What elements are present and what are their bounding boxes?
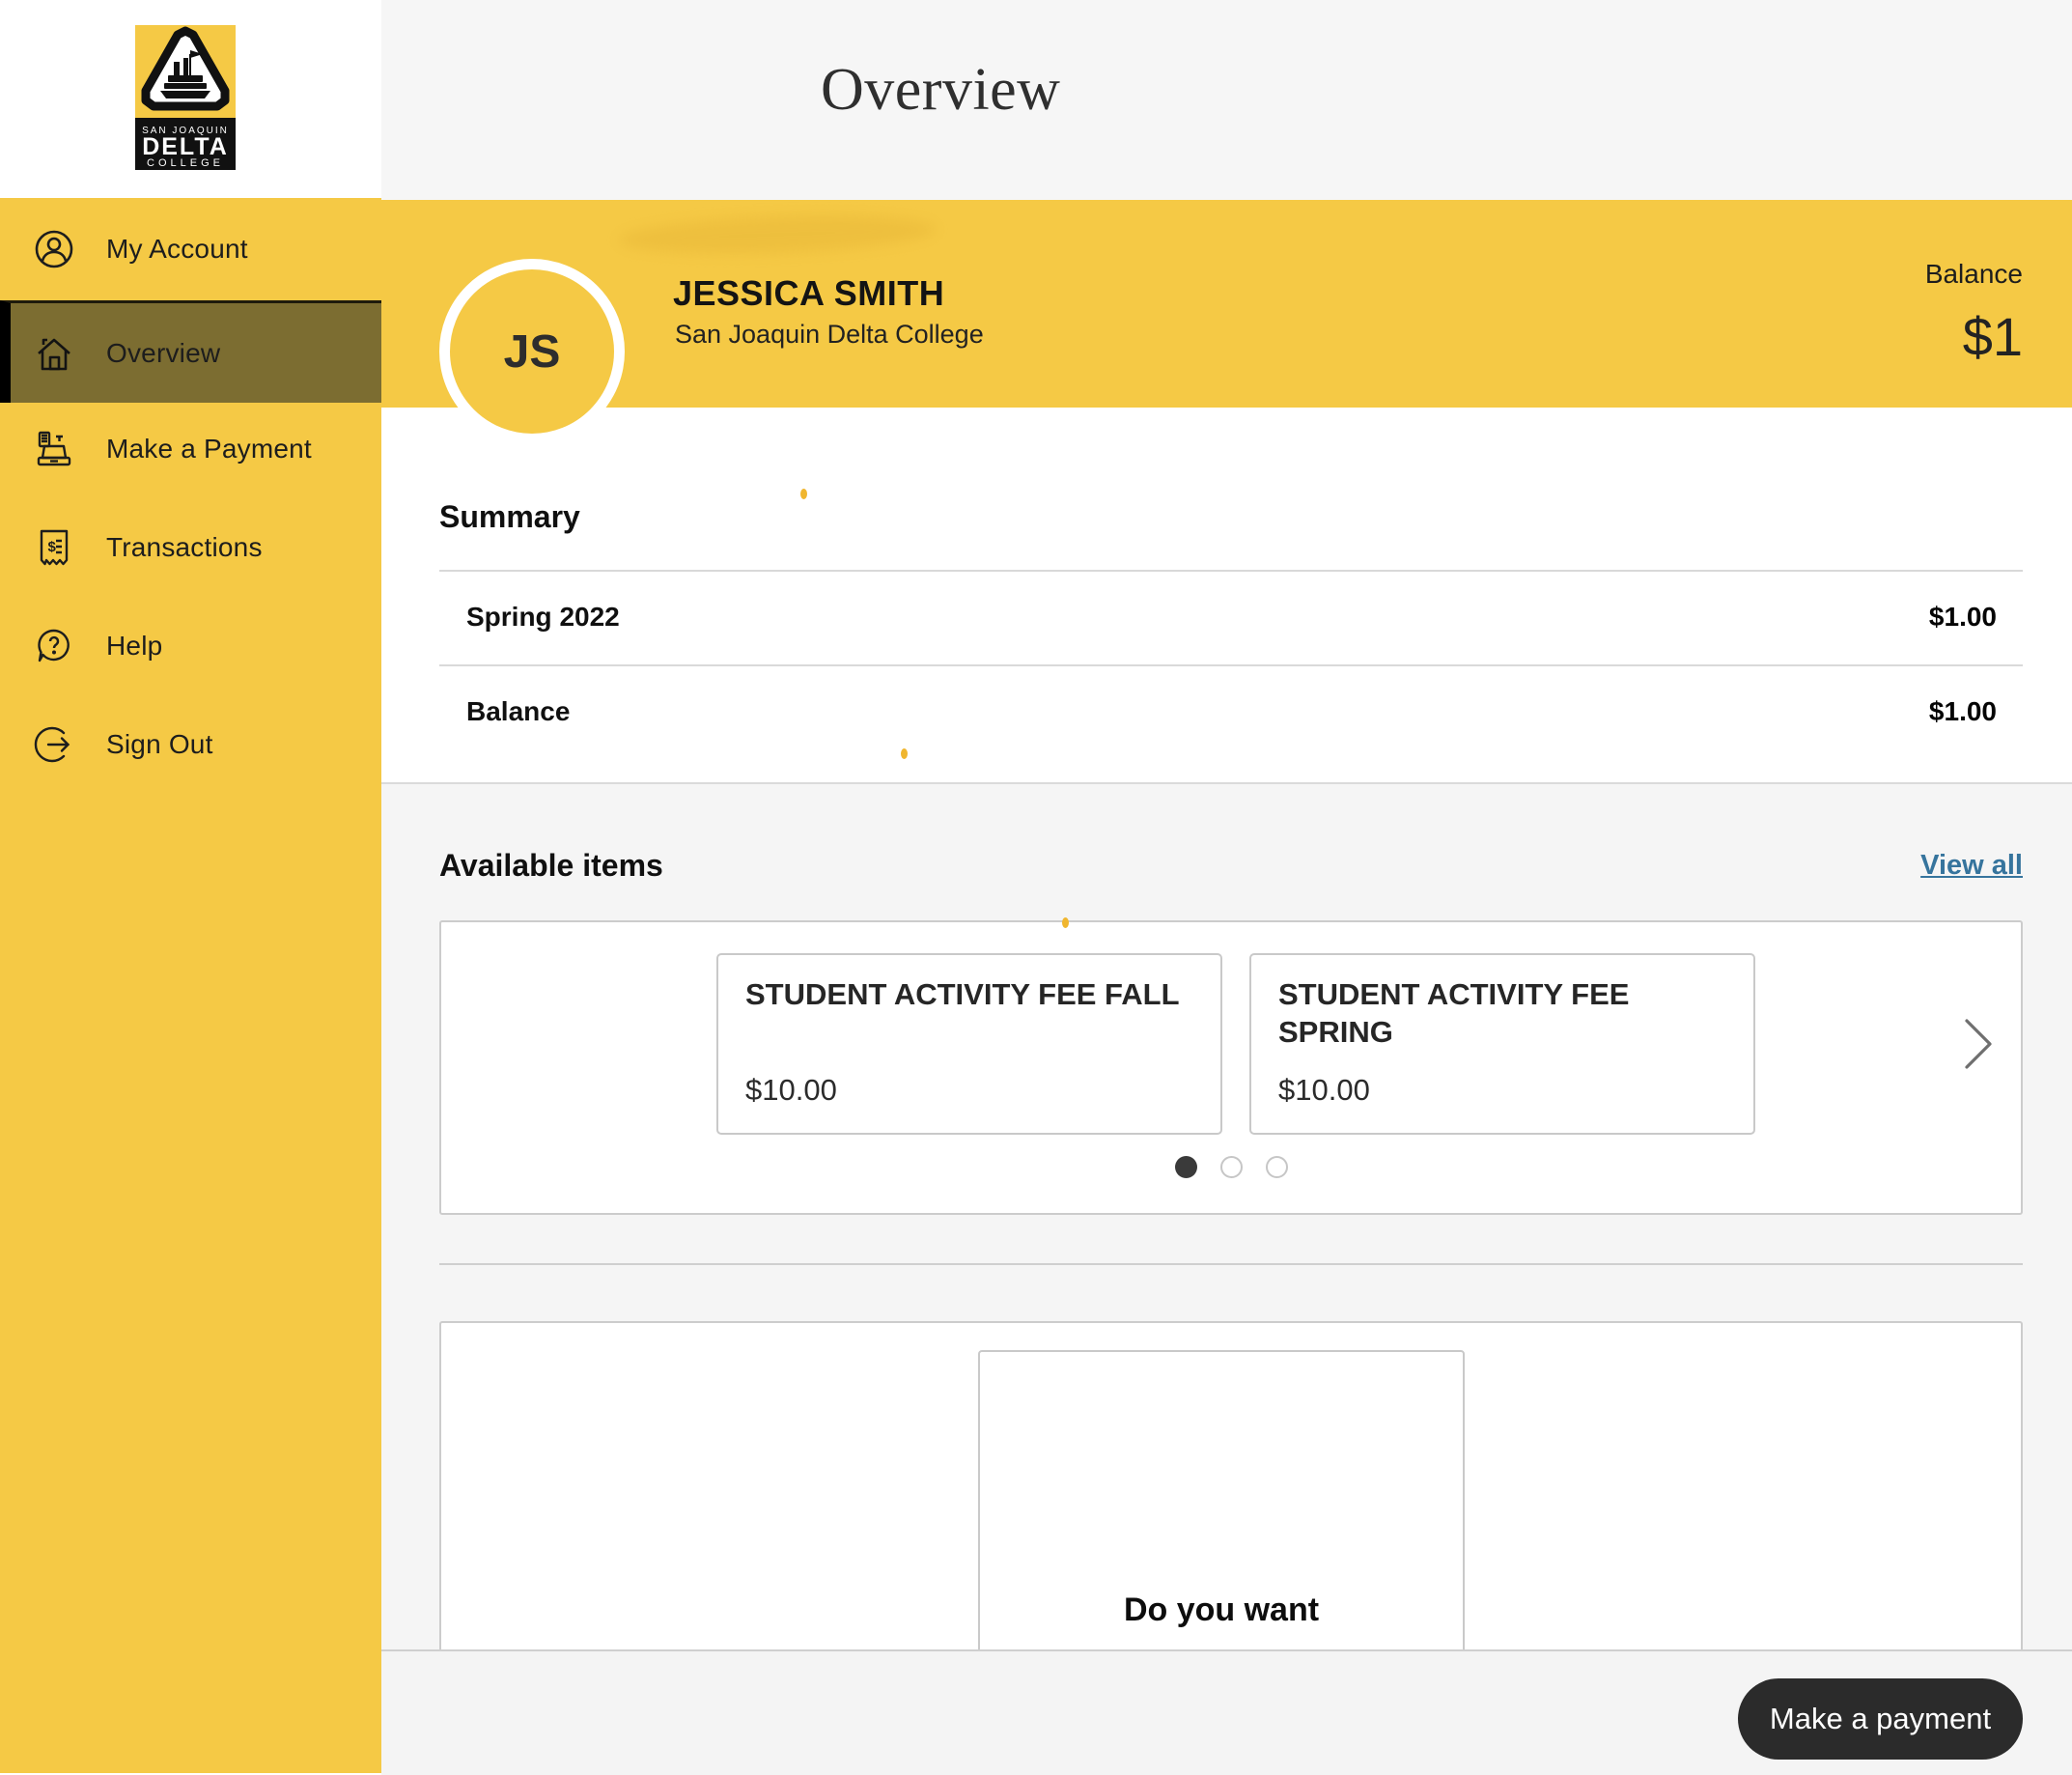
item-title: STUDENT ACTIVITY FEE FALL [745,976,1190,1014]
top-header: Overview [381,0,2072,200]
carousel-dot-2[interactable] [1220,1156,1243,1178]
divider [439,570,2023,572]
artifact-dot [800,489,807,499]
account-icon [33,228,75,270]
sidebar-item-label: My Account [106,234,248,265]
sidebar-item-transactions[interactable]: $ Transactions [0,498,381,597]
item-price: $10.00 [745,1073,837,1108]
avatar: JS [439,259,625,444]
logo-block: SAN JOAQUIN DELTA COLLEGE [0,0,381,200]
svg-text:DELTA: DELTA [142,133,229,160]
summary-section [381,408,2072,784]
summary-row-label: Spring 2022 [466,602,620,633]
account-institution: San Joaquin Delta College [675,320,984,350]
item-title: STUDENT ACTIVITY FEE SPRING [1278,976,1722,1052]
divider [439,664,2023,666]
summary-row-value: $1.00 [1545,602,1997,633]
balance-label: Balance [1545,259,2023,290]
college-logo: SAN JOAQUIN DELTA COLLEGE [135,25,236,170]
sidebar-nav: My Account Overview Make a Payment [0,198,381,1773]
available-items-title: Available items [439,848,663,884]
artifact-dot [901,748,908,759]
divider [439,1263,2023,1265]
sidebar-item-make-a-payment[interactable]: Make a Payment [0,400,381,498]
summary-row-label: Balance [466,696,570,727]
item-card-fall-fee[interactable]: STUDENT ACTIVITY FEE FALL $10.00 [716,953,1222,1135]
promo-text: Do you want [978,1592,1465,1629]
sidebar-item-overview[interactable]: Overview [0,300,381,403]
sidebar-item-label: Help [106,631,162,662]
view-all-link[interactable]: View all [1733,850,2023,882]
available-items-carousel: STUDENT ACTIVITY FEE FALL $10.00 STUDENT… [439,920,2023,1215]
item-card-spring-fee[interactable]: STUDENT ACTIVITY FEE SPRING $10.00 [1249,953,1755,1135]
redaction-smudge [617,211,937,258]
sidebar-item-my-account[interactable]: My Account [0,200,381,298]
balance-value: $1 [1545,305,2023,368]
carousel-pagination [441,1156,2021,1178]
sidebar-item-label: Sign Out [106,729,213,760]
sidebar-item-label: Overview [106,338,220,369]
home-icon [33,332,75,375]
cash-register-icon [33,428,75,470]
sign-out-icon [33,723,75,766]
receipt-icon: $ [33,526,75,569]
make-a-payment-button[interactable]: Make a payment [1738,1678,2023,1760]
page-title: Overview [821,56,1060,125]
carousel-dot-1[interactable] [1175,1156,1197,1178]
help-bubble-icon [33,625,75,667]
chevron-right-icon[interactable] [1955,1015,2003,1073]
sidebar-item-label: Make a Payment [106,434,312,465]
make-a-payment-label: Make a payment [1770,1702,1991,1736]
svg-text:$: $ [48,539,57,555]
sidebar-item-sign-out[interactable]: Sign Out [0,695,381,794]
summary-row-value: $1.00 [1545,696,1997,727]
avatar-initials: JS [504,325,561,379]
carousel-dot-3[interactable] [1266,1156,1288,1178]
artifact-dot [1062,917,1069,928]
sidebar-item-help[interactable]: Help [0,597,381,695]
svg-text:COLLEGE: COLLEGE [147,157,224,169]
sidebar-item-label: Transactions [106,532,263,563]
summary-title: Summary [439,499,580,535]
account-name: JESSICA SMITH [673,273,944,314]
item-price: $10.00 [1278,1073,1370,1108]
